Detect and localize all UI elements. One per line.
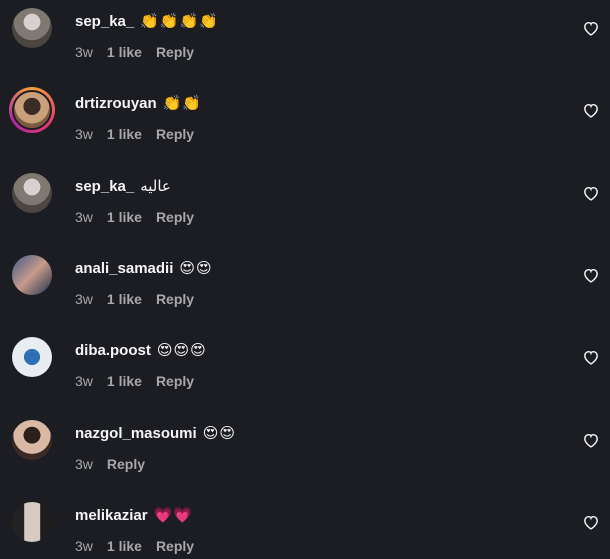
avatar[interactable] [12, 337, 52, 377]
likes-count[interactable]: 1 like [107, 209, 142, 225]
heart-icon[interactable] [582, 20, 600, 36]
comment-emoji: 😍😍😍 [156, 342, 207, 359]
reply-button[interactable]: Reply [156, 373, 194, 389]
reply-button[interactable]: Reply [156, 291, 194, 307]
avatar[interactable] [12, 8, 52, 48]
comment-emoji: 👏👏👏👏 [140, 13, 219, 30]
comment-item: melikaziar 💗💗 3w 1 like Reply [0, 494, 610, 559]
reply-button[interactable]: Reply [156, 209, 194, 225]
likes-count[interactable]: 1 like [107, 291, 142, 307]
likes-count[interactable]: 1 like [107, 126, 142, 142]
username[interactable]: nazgol_masoumi [75, 425, 197, 442]
username[interactable]: diba.poost [75, 342, 151, 359]
timestamp: 3w [75, 209, 93, 225]
heart-icon[interactable] [582, 102, 600, 118]
timestamp: 3w [75, 44, 93, 60]
timestamp: 3w [75, 373, 93, 389]
comment-item: sep_ka_ عالیه 3w 1 like Reply [0, 165, 610, 247]
timestamp: 3w [75, 538, 93, 554]
avatar[interactable] [9, 87, 55, 133]
reply-button[interactable]: Reply [156, 538, 194, 554]
heart-icon[interactable] [582, 432, 600, 448]
comment-emoji: 😍😍 [202, 425, 236, 442]
likes-count[interactable]: 1 like [107, 373, 142, 389]
username[interactable]: drtizrouyan [75, 95, 157, 112]
comment-text: عالیه [140, 178, 171, 195]
heart-icon[interactable] [582, 267, 600, 283]
comment-item: anali_samadii 😍😍 3w 1 like Reply [0, 247, 610, 329]
comment-list: sep_ka_ 👏👏👏👏 3w 1 like Reply drtizrouyan 👏👏 … [0, 0, 610, 559]
username[interactable]: melikaziar [75, 507, 148, 524]
comment-emoji: 👏👏 [162, 95, 203, 112]
heart-icon[interactable] [582, 185, 600, 201]
comment-emoji: 💗💗 [153, 507, 193, 524]
timestamp: 3w [75, 291, 93, 307]
reply-button[interactable]: Reply [107, 456, 145, 472]
avatar[interactable] [12, 255, 52, 295]
username[interactable]: anali_samadii [75, 260, 173, 277]
comment-item: diba.poost 😍😍😍 3w 1 like Reply [0, 329, 610, 411]
reply-button[interactable]: Reply [156, 126, 194, 142]
heart-icon[interactable] [582, 349, 600, 365]
comment-item: drtizrouyan 👏👏 3w 1 like Reply [0, 82, 610, 164]
comment-item: sep_ka_ 👏👏👏👏 3w 1 like Reply [0, 0, 610, 82]
likes-count[interactable]: 1 like [107, 538, 142, 554]
likes-count[interactable]: 1 like [107, 44, 142, 60]
heart-icon[interactable] [582, 514, 600, 530]
username[interactable]: sep_ka_ [75, 13, 134, 30]
username[interactable]: sep_ka_ [75, 178, 134, 195]
avatar[interactable] [12, 420, 52, 460]
comment-emoji: 😍😍 [179, 260, 213, 277]
avatar[interactable] [12, 502, 52, 542]
avatar[interactable] [12, 173, 52, 213]
comment-item: nazgol_masoumi 😍😍 3w Reply [0, 412, 610, 494]
timestamp: 3w [75, 126, 93, 142]
timestamp: 3w [75, 456, 93, 472]
reply-button[interactable]: Reply [156, 44, 194, 60]
